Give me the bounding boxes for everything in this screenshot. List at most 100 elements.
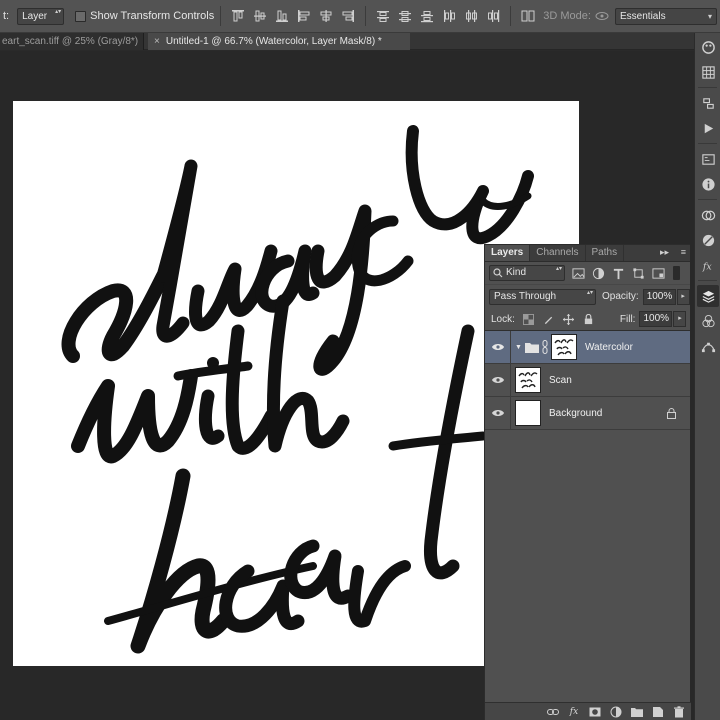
lock-label: Lock:: [491, 313, 515, 325]
new-adjustment-layer-icon[interactable]: [608, 705, 624, 719]
align-hcenter-icon[interactable]: [319, 9, 333, 23]
tab-channels[interactable]: Channels: [530, 245, 586, 261]
photoshop-window: t: Layer Show Transform Controls 3D Mode…: [0, 0, 720, 720]
3d-mode-label: 3D Mode:: [543, 10, 591, 22]
layer-row-scan[interactable]: Scan: [485, 363, 690, 397]
layer-name-watercolor[interactable]: Watercolor: [585, 342, 633, 353]
channels-icon[interactable]: [697, 310, 719, 332]
layer-mask-thumbnail[interactable]: [550, 334, 577, 360]
opacity-slider-toggle[interactable]: ▸: [676, 288, 690, 305]
lock-all-icon[interactable]: [583, 313, 595, 325]
visibility-eye-icon[interactable]: [485, 396, 511, 430]
filter-smart-object-icon[interactable]: [651, 266, 665, 280]
distribute-bottom-icon[interactable]: [420, 9, 434, 23]
fx-label: fx: [569, 706, 579, 717]
filter-kind-dropdown[interactable]: Kind: [489, 265, 565, 281]
distribute-hcenter-icon[interactable]: [464, 9, 478, 23]
history-icon[interactable]: [697, 92, 719, 114]
layer-name-background[interactable]: Background: [549, 408, 602, 419]
panel-icon-strip: fx: [694, 33, 720, 720]
filter-shape-icon[interactable]: [631, 266, 645, 280]
distribute-top-icon[interactable]: [376, 9, 390, 23]
actions-play-icon[interactable]: [697, 117, 719, 139]
auto-select-label: t:: [3, 10, 10, 22]
properties-icon[interactable]: [697, 148, 719, 170]
align-left-icon[interactable]: [297, 9, 311, 23]
layer-name-scan[interactable]: Scan: [549, 375, 572, 386]
visibility-eye-icon[interactable]: [485, 363, 511, 397]
group-expand-icon[interactable]: ▼: [515, 344, 522, 351]
tab-layers[interactable]: Layers: [485, 245, 531, 261]
styles-icon[interactable]: [697, 229, 719, 251]
filter-type-icon[interactable]: [611, 266, 625, 280]
auto-select-dropdown[interactable]: Layer: [17, 7, 65, 25]
lock-fill-row: Lock: Fill: 100% ▸: [485, 308, 690, 331]
show-transform-checkbox[interactable]: [75, 10, 87, 22]
align-vcenter-icon[interactable]: [253, 9, 267, 23]
swatches-icon[interactable]: [697, 61, 719, 83]
link-layers-icon[interactable]: [545, 705, 561, 719]
layers-panel-icon[interactable]: [697, 285, 719, 307]
close-icon[interactable]: ×: [154, 36, 160, 47]
opacity-input[interactable]: 100%: [642, 288, 676, 305]
layer-row-watercolor[interactable]: ▼ Watercolor: [485, 330, 690, 364]
lock-pixels-icon[interactable]: [543, 313, 555, 325]
tab-paths[interactable]: Paths: [586, 245, 625, 261]
color-palette-icon[interactable]: [697, 36, 719, 58]
options-bar: t: Layer Show Transform Controls 3D Mode…: [0, 0, 720, 33]
layer-filter-row: Kind: [485, 262, 690, 285]
lock-position-icon[interactable]: [563, 313, 575, 325]
3d-orbit-icon[interactable]: [595, 9, 609, 23]
align-right-icon[interactable]: [341, 9, 355, 23]
blend-mode-dropdown[interactable]: Pass Through: [489, 288, 596, 305]
strip-divider: [698, 143, 717, 144]
paths-icon[interactable]: [697, 335, 719, 357]
show-transform-label: Show Transform Controls: [90, 10, 215, 22]
options-separator: [510, 6, 512, 26]
panel-tab-strip: Layers Channels Paths ▸▸ ≡: [485, 245, 690, 262]
adjustments-icon[interactable]: [697, 204, 719, 226]
distribute-right-icon[interactable]: [486, 9, 500, 23]
fx-icon[interactable]: fx: [697, 254, 719, 276]
strip-divider: [698, 280, 717, 281]
kind-label: Kind: [506, 267, 527, 278]
new-group-icon[interactable]: [629, 705, 645, 719]
add-layer-style-icon[interactable]: fx: [566, 705, 582, 719]
align-bottom-icon[interactable]: [275, 9, 289, 23]
auto-align-icon[interactable]: [521, 9, 535, 23]
layer-row-background[interactable]: Background: [485, 396, 690, 430]
filter-toggle-switch[interactable]: [673, 266, 680, 280]
lock-transparent-icon[interactable]: [523, 313, 535, 325]
distribute-vcenter-icon[interactable]: [398, 9, 412, 23]
mask-link-chain-icon[interactable]: [542, 340, 548, 354]
options-separator: [365, 6, 367, 26]
distribute-left-icon[interactable]: [442, 9, 456, 23]
filter-pixel-icon[interactable]: [571, 266, 585, 280]
lock-icon: [667, 408, 676, 419]
delete-layer-icon[interactable]: [671, 705, 687, 719]
add-mask-icon[interactable]: [587, 705, 603, 719]
blend-opacity-row: Pass Through Opacity: 100% ▸: [485, 285, 690, 308]
new-layer-icon[interactable]: [650, 705, 666, 719]
collapse-panel-icon[interactable]: ▸▸: [660, 247, 669, 258]
info-icon[interactable]: [697, 173, 719, 195]
fill-input[interactable]: 100%: [639, 311, 673, 327]
filter-adjustment-icon[interactable]: [591, 266, 605, 280]
visibility-eye-icon[interactable]: [485, 330, 511, 364]
workspace-switcher[interactable]: Essentials: [615, 8, 717, 25]
opacity-label: Opacity:: [602, 291, 639, 302]
tab-untitled-1[interactable]: × Untitled-1 @ 66.7% (Watercolor, Layer M…: [148, 33, 410, 50]
document-tab-bar: eart_scan.tiff @ 25% (Gray/8*) × Untitled…: [0, 33, 694, 50]
svg-text:fx: fx: [701, 261, 711, 272]
tab-heart-scan[interactable]: eart_scan.tiff @ 25% (Gray/8*): [0, 33, 144, 50]
panel-menu-icon[interactable]: ≡: [681, 247, 686, 257]
layer-thumbnail: [515, 400, 541, 426]
tab-title: Untitled-1 @ 66.7% (Watercolor, Layer Ma…: [165, 36, 382, 47]
layers-panel-footer: fx: [485, 702, 691, 720]
layers-panel: Layers Channels Paths ▸▸ ≡ Kind Pass Thr…: [484, 244, 691, 720]
options-separator: [220, 6, 222, 26]
fill-slider-toggle[interactable]: ▸: [673, 311, 687, 327]
fill-label: Fill:: [619, 313, 636, 325]
strip-divider: [698, 199, 717, 200]
align-top-icon[interactable]: [231, 9, 245, 23]
